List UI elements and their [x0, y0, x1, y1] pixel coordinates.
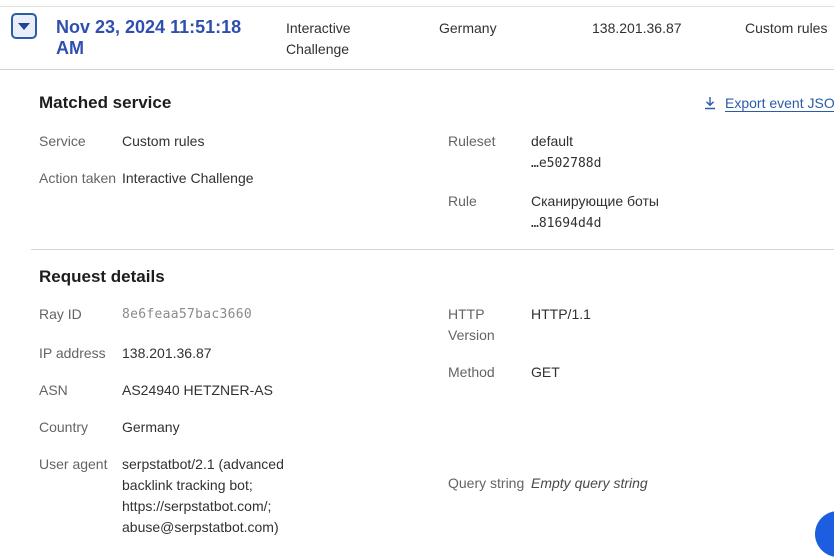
- event-ip: 138.201.36.87: [592, 20, 682, 36]
- ruleset-name: default: [531, 133, 574, 149]
- action-taken-value: Interactive Challenge: [122, 170, 254, 186]
- method-label: Method: [448, 364, 495, 380]
- method-value: GET: [531, 364, 560, 380]
- ip-address-value: 138.201.36.87: [122, 345, 212, 361]
- event-service: Custom rules: [745, 20, 828, 36]
- chat-fab-button[interactable]: [815, 511, 834, 557]
- asn-value: AS24940 HETZNER-AS: [122, 382, 273, 398]
- chevron-down-icon: [18, 22, 30, 30]
- country-value: Germany: [122, 419, 180, 435]
- user-agent-line: serpstatbot/2.1 (advanced: [122, 456, 284, 472]
- event-row[interactable]: Nov 23, 2024 11:51:18 AM Interactive Cha…: [0, 6, 834, 70]
- service-label: Service: [39, 133, 86, 149]
- ruleset-id: …e502788d: [531, 156, 602, 171]
- matched-service-title: Matched service: [39, 93, 172, 112]
- event-action: Interactive Challenge: [286, 20, 351, 57]
- export-event-json-link[interactable]: Export event JSON: [703, 93, 834, 114]
- rule-label: Rule: [448, 193, 477, 209]
- section-divider: [31, 249, 834, 250]
- collapse-toggle-button[interactable]: [11, 13, 37, 39]
- asn-label: ASN: [39, 382, 68, 398]
- ruleset-label: Ruleset: [448, 133, 496, 149]
- rule-name: Сканирующие боты: [531, 193, 659, 209]
- http-version-label: HTTP Version: [448, 304, 495, 346]
- user-agent-value: serpstatbot/2.1 (advanced backlink track…: [122, 454, 362, 538]
- download-icon: [705, 97, 715, 110]
- user-agent-line: backlink tracking bot;: [122, 477, 253, 493]
- ip-address-label: IP address: [39, 345, 106, 361]
- export-event-json-label: Export event JSON: [725, 95, 834, 111]
- rule-id: …81694d4d: [531, 216, 602, 231]
- ray-id-value[interactable]: 8e6feaa57bac3660: [122, 304, 252, 325]
- service-value: Custom rules: [122, 133, 205, 149]
- country-label: Country: [39, 419, 89, 435]
- http-version-label-line: HTTP: [448, 306, 485, 322]
- ray-id-label: Ray ID: [39, 306, 82, 322]
- event-country: Germany: [439, 20, 497, 36]
- query-string-value: Empty query string: [531, 475, 648, 491]
- action-taken-label: Action taken: [39, 170, 117, 186]
- user-agent-line: abuse@serpstatbot.com): [122, 519, 279, 535]
- user-agent-line: https://serpstatbot.com/;: [122, 498, 272, 514]
- request-details-title: Request details: [39, 267, 165, 286]
- http-version-label-line: Version: [448, 327, 495, 343]
- query-string-label: Query string: [448, 475, 525, 491]
- user-agent-label: User agent: [39, 456, 108, 472]
- event-timestamp: Nov 23, 2024 11:51:18 AM: [56, 17, 242, 58]
- http-version-value: HTTP/1.1: [531, 306, 591, 322]
